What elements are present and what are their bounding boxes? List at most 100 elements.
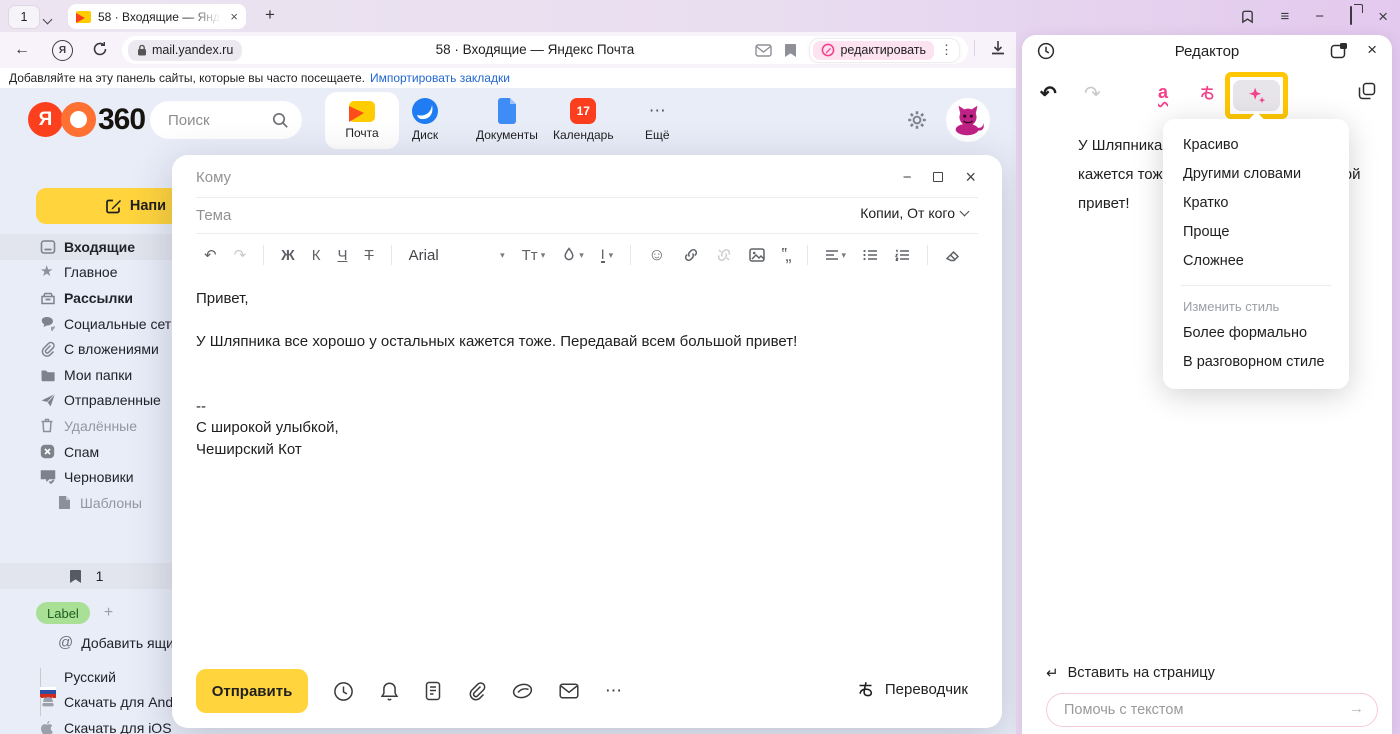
ai-prompt-box[interactable]: → (1046, 693, 1378, 727)
saved-bookmark-row[interactable]: 1 (0, 563, 172, 589)
user-avatar[interactable] (946, 98, 990, 142)
menu-item-casual[interactable]: В разговорном стиле (1163, 348, 1349, 377)
compose-close-icon[interactable]: × (965, 168, 976, 186)
window-close-icon[interactable]: × (1378, 8, 1388, 25)
envelope-icon[interactable] (559, 683, 579, 699)
menu-item-formal[interactable]: Более формально (1163, 319, 1349, 348)
menu-item-rephrase[interactable]: Другими словами (1163, 160, 1349, 189)
window-minimize-icon[interactable]: − (1315, 9, 1324, 24)
yandex360-logo[interactable]: Я 360 (28, 102, 145, 137)
language-link[interactable]: Русский (0, 664, 172, 690)
menu-item-beautify[interactable]: Красиво (1163, 131, 1349, 160)
sidebar-item-newsletters[interactable]: Рассылки (0, 285, 172, 311)
quote-icon[interactable]: ‟„ (782, 245, 790, 266)
browser-menu-icon[interactable]: ≡ (1281, 9, 1290, 24)
download-android-link[interactable]: Скачать для Andro (0, 690, 172, 716)
label-tag[interactable]: Label (36, 602, 90, 624)
sidebar-toggle-icon[interactable] (1240, 9, 1255, 24)
compose-maximize-icon[interactable] (933, 172, 943, 182)
panel-undo-icon[interactable]: ↶ (1040, 81, 1057, 106)
send-later-clock-icon[interactable] (333, 681, 354, 702)
app-calendar[interactable]: 17 Календарь (553, 98, 614, 142)
address-bar[interactable]: mail.yandex.ru 58 · Входящие — Яндекс По… (122, 36, 968, 64)
settings-gear-icon[interactable] (906, 109, 928, 131)
bookmark-page-icon[interactable] (784, 43, 797, 58)
search-box[interactable] (150, 101, 302, 139)
panel-translate-icon[interactable] (1198, 83, 1217, 102)
redo-icon[interactable]: ↷ (234, 246, 247, 264)
subject-field[interactable]: Тема (196, 207, 231, 224)
cc-from-toggle[interactable]: Копии, От кого (860, 205, 968, 221)
sidebar-item-my-folders[interactable]: Мои папки (0, 362, 172, 388)
align-button[interactable]: ▾ (825, 249, 847, 261)
copy-icon[interactable] (1358, 82, 1376, 100)
submit-arrow-icon[interactable]: → (1349, 700, 1364, 717)
sidebar-item-templates[interactable]: Шаблоны (0, 490, 172, 516)
ai-prompt-input[interactable] (1062, 701, 1326, 719)
search-input[interactable] (166, 111, 270, 130)
app-docs[interactable]: Документы (476, 98, 538, 142)
search-icon[interactable] (272, 112, 289, 129)
insert-image-icon[interactable] (749, 248, 765, 262)
bold-button[interactable]: Ж (281, 247, 295, 264)
edit-pill-more-icon[interactable]: ⋮ (940, 42, 953, 58)
menu-item-complexify[interactable]: Сложнее (1163, 247, 1349, 276)
menu-item-shorten[interactable]: Кратко (1163, 189, 1349, 218)
sidebar-item-spam[interactable]: Спам (0, 439, 172, 465)
notify-bell-icon[interactable] (380, 681, 399, 702)
tab-close-icon[interactable]: × (230, 10, 238, 23)
message-body[interactable]: Привет, У Шляпника все хорошо у остальны… (196, 288, 962, 460)
font-family-select[interactable]: Arial ▾ (409, 247, 505, 264)
app-mail[interactable]: Почта (325, 92, 399, 149)
new-tab-button[interactable]: + (258, 3, 282, 27)
translator-button[interactable]: Переводчик (856, 679, 968, 699)
compose-button[interactable]: Напи (36, 188, 172, 224)
emoji-icon[interactable]: ☺ (648, 245, 665, 265)
sidebar-item-inbox[interactable]: Входящие (0, 234, 172, 260)
unlink-icon[interactable] (716, 247, 732, 263)
sidebar-item-social[interactable]: Социальные сети (0, 311, 172, 337)
to-field[interactable]: Кому (196, 169, 231, 186)
tab-list-chevron-icon[interactable] (44, 10, 51, 28)
add-label-icon[interactable]: + (104, 604, 113, 622)
add-mailbox-link[interactable]: @ Добавить ящик (58, 634, 172, 651)
downloads-icon[interactable] (990, 40, 1006, 57)
browser-tab[interactable]: 58 · Входящие — Яндек × (68, 4, 246, 29)
attach-from-disk-icon[interactable] (512, 682, 533, 700)
numbered-list-icon[interactable] (895, 249, 910, 261)
sidebar-item-main[interactable]: ★ Главное (0, 260, 172, 286)
back-icon[interactable]: ← (14, 41, 30, 59)
send-button[interactable]: Отправить (196, 669, 308, 713)
text-color-button[interactable]: I▾ (601, 248, 613, 263)
download-ios-link[interactable]: Скачать для iOS (0, 715, 172, 734)
domain-chip[interactable]: mail.yandex.ru (128, 40, 242, 61)
tab-counter[interactable]: 1 (8, 5, 40, 29)
mail-notifications-icon[interactable] (755, 44, 772, 57)
window-restore-icon[interactable] (1350, 7, 1352, 25)
font-size-select[interactable]: Тт▾ (522, 247, 546, 264)
attach-file-icon[interactable] (467, 681, 486, 701)
edit-chip[interactable]: редактировать (813, 41, 934, 60)
edit-extension-pill[interactable]: редактировать ⋮ (809, 38, 960, 63)
panel-close-icon[interactable]: × (1367, 40, 1377, 60)
eraser-icon[interactable] (945, 248, 961, 262)
undo-icon[interactable]: ↶ (204, 246, 217, 264)
app-more[interactable]: ⋯ Ещё (645, 98, 670, 142)
link-icon[interactable] (683, 247, 699, 263)
highlight-color-button[interactable]: ▾ (562, 247, 584, 263)
spellcheck-icon[interactable]: a (1158, 82, 1168, 103)
sidebar-item-attachments[interactable]: С вложениями (0, 336, 172, 362)
insert-to-page-button[interactable]: ↵ Вставить на страницу (1046, 664, 1215, 682)
bullet-list-icon[interactable] (863, 249, 878, 261)
strikethrough-button[interactable]: Т (364, 247, 373, 264)
refresh-icon[interactable] (92, 41, 108, 57)
app-disk[interactable]: Диск (412, 98, 438, 142)
panel-redo-icon[interactable]: ↷ (1084, 81, 1101, 106)
sidebar-item-sent[interactable]: Отправленные (0, 388, 172, 414)
compose-minimize-icon[interactable]: − (903, 170, 912, 185)
menu-item-simplify[interactable]: Проще (1163, 218, 1349, 247)
more-actions-icon[interactable]: ⋯ (605, 681, 622, 701)
template-notes-icon[interactable] (425, 681, 441, 701)
import-bookmarks-link[interactable]: Импортировать закладки (370, 71, 510, 85)
sidebar-item-drafts[interactable]: Черновики (0, 464, 172, 490)
